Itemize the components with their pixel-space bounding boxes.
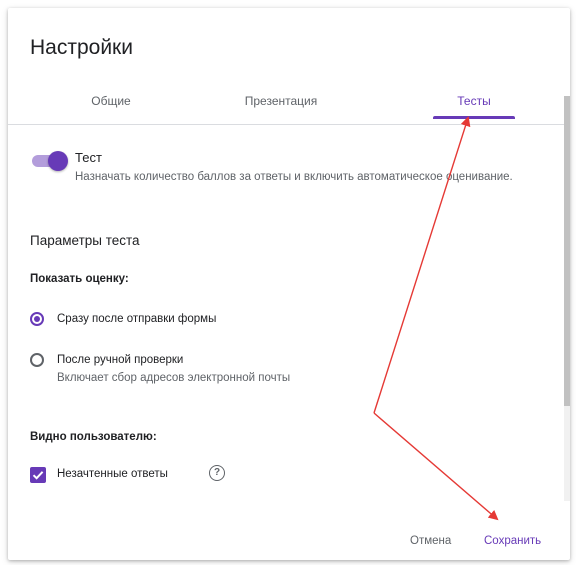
dialog-footer: Отмена Сохранить — [8, 495, 570, 560]
missed-answers-checkbox[interactable] — [30, 467, 46, 483]
missed-answers-label[interactable]: Незачтенные ответы — [57, 468, 168, 480]
cancel-button[interactable]: Отмена — [410, 535, 451, 547]
quiz-params-title: Параметры теста — [30, 233, 140, 248]
show-score-label: Показать оценку: — [30, 273, 129, 285]
quiz-description: Назначать количество баллов за ответы и … — [75, 171, 513, 183]
visible-to-user-label: Видно пользователю: — [30, 431, 157, 443]
dialog-title: Настройки — [30, 36, 133, 59]
radio-manual-review[interactable] — [30, 353, 44, 367]
quiz-settings-content: Тест Назначать количество баллов за отве… — [8, 125, 564, 495]
tab-bar: Общие Презентация Тесты — [8, 78, 570, 124]
radio-manual-review-description: Включает сбор адресов электронной почты — [57, 372, 291, 384]
save-button[interactable]: Сохранить — [484, 535, 541, 547]
radio-manual-review-label[interactable]: После ручной проверки — [57, 354, 183, 366]
tab-quizzes[interactable]: Тесты — [433, 94, 515, 108]
tab-general[interactable]: Общие — [66, 94, 156, 108]
quiz-toggle[interactable] — [30, 150, 68, 171]
scrollbar-thumb[interactable] — [564, 96, 570, 406]
active-tab-indicator — [433, 116, 515, 119]
radio-after-submit[interactable] — [30, 312, 44, 326]
toggle-knob — [48, 151, 68, 171]
settings-dialog: Настройки Общие Презентация Тесты Тест Н… — [8, 8, 570, 560]
question-circle-icon[interactable]: ? — [209, 465, 225, 481]
check-icon — [32, 471, 44, 480]
tab-presentation[interactable]: Презентация — [226, 94, 336, 108]
quiz-label: Тест — [75, 150, 102, 165]
radio-after-submit-label[interactable]: Сразу после отправки формы — [57, 313, 216, 325]
